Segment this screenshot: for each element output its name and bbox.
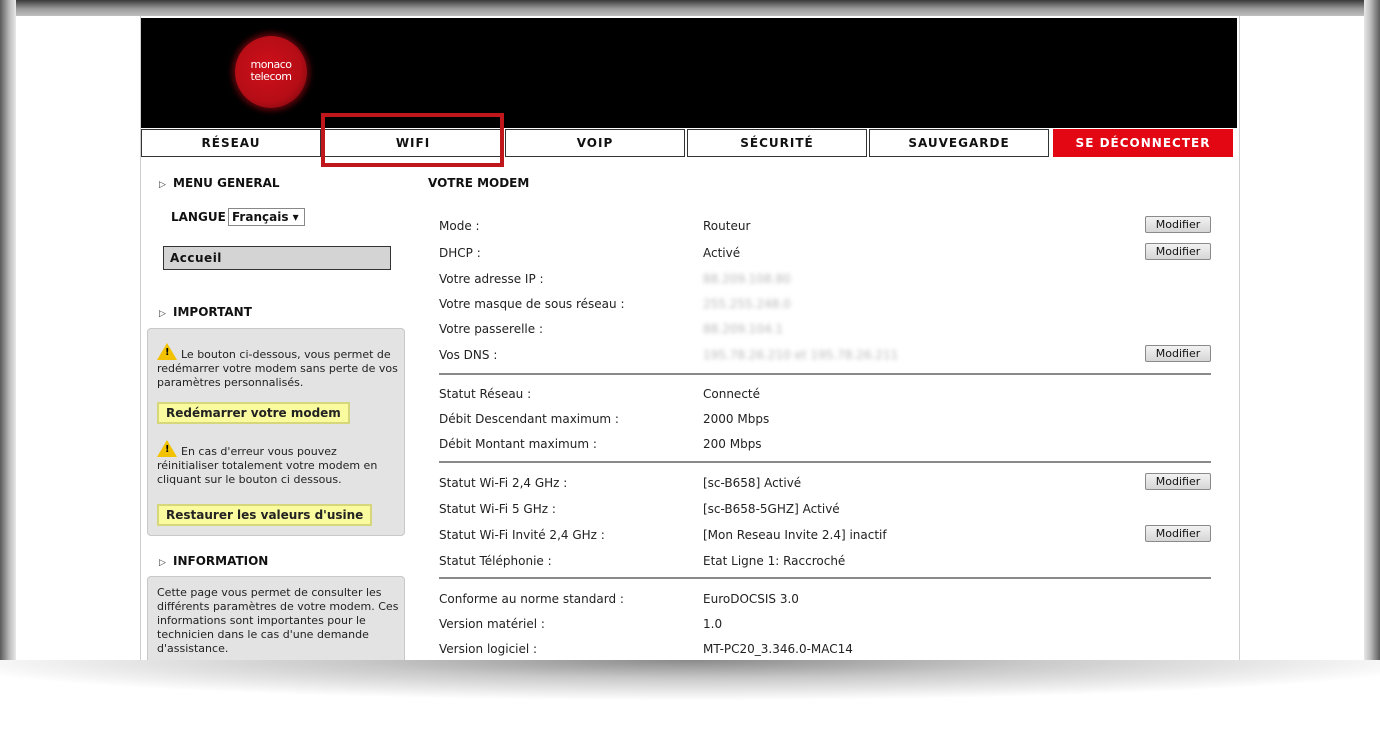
row-software-version: Version logiciel : MT-PC20_3.346.0-MAC14	[439, 642, 1211, 660]
important-text-2: En cas d'erreur vous pouvez réinitialise…	[157, 438, 399, 487]
tab-voip[interactable]: VOIP	[505, 129, 685, 157]
important-heading: ▷ IMPORTANT	[159, 305, 252, 319]
caret-right-icon: ▷	[159, 558, 166, 568]
header: monaco telecom	[141, 18, 1237, 128]
divider	[439, 461, 1211, 463]
row-network-status: Statut Réseau : Connecté	[439, 387, 1211, 405]
row-label: Statut Réseau :	[439, 387, 532, 401]
warning-icon	[157, 343, 177, 360]
row-label: Statut Wi-Fi 5 GHz :	[439, 502, 556, 516]
main-nav: RÉSEAU WIFI VOIP SÉCURITÉ SAUVEGARDE SE …	[141, 129, 1237, 159]
row-value: Routeur	[703, 219, 751, 233]
row-value-blurred: 88.209.108.80	[703, 272, 791, 286]
row-value: 2000 Mbps	[703, 412, 770, 426]
row-label: Statut Wi-Fi 2,4 GHz :	[439, 476, 568, 490]
logo-line2: telecom	[250, 70, 292, 83]
tab-reseau[interactable]: RÉSEAU	[141, 129, 321, 157]
row-value-blurred: 255.255.248.0	[703, 297, 791, 311]
warning-icon	[157, 440, 177, 457]
menu-general-label: MENU GENERAL	[173, 176, 280, 190]
tab-securite[interactable]: SÉCURITÉ	[687, 129, 867, 157]
modify-wifi-24-button[interactable]: Modifier	[1145, 473, 1211, 490]
important-text-2-content: En cas d'erreur vous pouvez réinitialise…	[157, 445, 378, 486]
row-label: Version logiciel :	[439, 642, 538, 656]
modify-dns-button[interactable]: Modifier	[1145, 345, 1211, 362]
row-gateway: Votre passerelle : 88.209.104.1	[439, 322, 1211, 340]
row-telephony: Statut Téléphonie : Etat Ligne 1: Raccro…	[439, 554, 1211, 572]
divider	[439, 577, 1211, 579]
information-text: Cette page vous permet de consulter les …	[157, 586, 399, 655]
menu-general-heading: ▷ MENU GENERAL	[159, 176, 280, 190]
row-wifi-guest: Statut Wi-Fi Invité 2,4 GHz : [Mon Resea…	[439, 525, 1211, 546]
divider	[439, 373, 1211, 375]
language-select[interactable]: Français ▾	[228, 208, 305, 226]
modify-dhcp-button[interactable]: Modifier	[1145, 243, 1211, 260]
row-wifi-24: Statut Wi-Fi 2,4 GHz : [sc-B658] Activé …	[439, 473, 1211, 494]
row-dhcp: DHCP : Activé Modifier	[439, 243, 1211, 264]
frame-bottom	[0, 660, 1380, 750]
information-panel: Cette page vous permet de consulter les …	[147, 576, 405, 660]
row-label: Débit Montant maximum :	[439, 437, 597, 451]
row-label: Votre passerelle :	[439, 322, 544, 336]
modify-mode-button[interactable]: Modifier	[1145, 216, 1211, 233]
row-subnet-mask: Votre masque de sous réseau : 255.255.24…	[439, 297, 1211, 315]
row-label: Votre masque de sous réseau :	[439, 297, 625, 311]
row-wifi-5: Statut Wi-Fi 5 GHz : [sc-B658-5GHZ] Acti…	[439, 502, 1211, 520]
caret-right-icon: ▷	[159, 309, 166, 319]
row-value: Etat Ligne 1: Raccroché	[703, 554, 846, 568]
row-label: Débit Descendant maximum :	[439, 412, 619, 426]
important-text-1-content: Le bouton ci-dessous, vous permet de red…	[157, 348, 398, 389]
important-text-1: Le bouton ci-dessous, vous permet de red…	[157, 341, 399, 390]
row-value: MT-PC20_3.346.0-MAC14	[703, 642, 853, 656]
tab-wifi[interactable]: WIFI	[323, 129, 503, 157]
restart-modem-button[interactable]: Redémarrer votre modem	[157, 402, 350, 424]
row-mode: Mode : Routeur Modifier	[439, 216, 1211, 237]
screen: monaco telecom RÉSEAU WIFI VOIP SÉCURITÉ…	[16, 16, 1364, 660]
row-upstream: Débit Montant maximum : 200 Mbps	[439, 437, 1211, 455]
row-standard: Conforme au norme standard : EuroDOCSIS …	[439, 592, 1211, 610]
language-label: LANGUE	[171, 210, 226, 224]
row-label: Votre adresse IP :	[439, 272, 544, 286]
row-label: Statut Téléphonie :	[439, 554, 552, 568]
row-value-blurred: 88.209.104.1	[703, 322, 784, 336]
monaco-telecom-logo: monaco telecom	[235, 36, 307, 108]
row-label: Version matériel :	[439, 617, 545, 631]
page-title: VOTRE MODEM	[428, 176, 530, 190]
row-value: [sc-B658] Activé	[703, 476, 802, 490]
tab-sauvegarde[interactable]: SAUVEGARDE	[869, 129, 1049, 157]
row-label: Statut Wi-Fi Invité 2,4 GHz :	[439, 528, 605, 542]
row-value: 200 Mbps	[703, 437, 762, 451]
logout-button[interactable]: SE DÉCONNECTER	[1053, 129, 1233, 157]
factory-reset-button[interactable]: Restaurer les valeurs d'usine	[157, 504, 373, 526]
row-hardware-version: Version matériel : 1.0	[439, 617, 1211, 635]
frame-right	[1364, 0, 1380, 690]
row-dns: Vos DNS : 195.78.26.210 et 195.78.26.211…	[439, 345, 1211, 366]
row-value-blurred: 195.78.26.210 et 195.78.26.211	[703, 348, 899, 362]
row-downstream: Débit Descendant maximum : 2000 Mbps	[439, 412, 1211, 430]
row-ip-address: Votre adresse IP : 88.209.108.80	[439, 272, 1211, 290]
row-value: Activé	[703, 246, 741, 260]
caret-right-icon: ▷	[159, 180, 166, 190]
row-label: DHCP :	[439, 246, 481, 260]
accueil-button[interactable]: Accueil	[163, 246, 391, 270]
row-value: [Mon Reseau Invite 2.4] inactif	[703, 528, 887, 542]
row-label: Mode :	[439, 219, 480, 233]
important-panel: Le bouton ci-dessous, vous permet de red…	[147, 328, 405, 536]
information-label: INFORMATION	[173, 554, 269, 568]
row-value: [sc-B658-5GHZ] Activé	[703, 502, 840, 516]
row-label: Vos DNS :	[439, 348, 498, 362]
row-label: Conforme au norme standard :	[439, 592, 624, 606]
important-label: IMPORTANT	[173, 305, 252, 319]
router-page: monaco telecom RÉSEAU WIFI VOIP SÉCURITÉ…	[140, 16, 1240, 660]
modify-wifi-guest-button[interactable]: Modifier	[1145, 525, 1211, 542]
row-value: 1.0	[703, 617, 723, 631]
information-heading: ▷ INFORMATION	[159, 554, 268, 568]
frame-left	[0, 0, 16, 690]
row-value: EuroDOCSIS 3.0	[703, 592, 799, 606]
row-value: Connecté	[703, 387, 760, 401]
